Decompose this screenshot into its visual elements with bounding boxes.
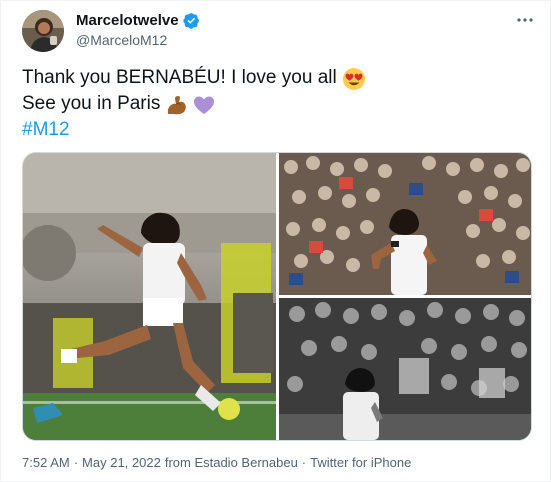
flexed-biceps-emoji-icon [165,93,187,115]
photo-crowd-bw[interactable] [279,298,531,440]
author-display-name[interactable]: Marcelotwelve [76,12,179,29]
tweet-meta: 7:52 AM · May 21, 2022 from Estadio Bern… [22,455,411,470]
tweet-line-2-text: See you in Paris [22,93,161,114]
photo-kick[interactable] [23,153,276,440]
tweet-card: Marcelotwelve @MarceloM12 Thank you BERN… [0,0,551,482]
photo-crowd-color[interactable] [279,153,531,295]
avatar[interactable] [22,10,64,52]
tweet-line-2: See you in Paris [22,91,532,117]
author-row[interactable]: Marcelotwelve [76,11,200,29]
tweet-line-1-text: Thank you BERNABÉU! I love you all [22,67,337,88]
verified-badge-icon [182,12,200,29]
media-grid [22,152,532,441]
meta-separator: · [73,455,79,470]
more-options-icon[interactable] [515,10,535,30]
author-handle[interactable]: @MarceloM12 [76,32,167,48]
tweet-time[interactable]: 7:52 AM [22,455,70,470]
tweet-text: Thank you BERNABÉU! I love you all See y… [22,65,532,143]
meta-separator-2: · [301,455,307,470]
tweet-line-1: Thank you BERNABÉU! I love you all [22,65,532,91]
tweet-location[interactable]: from Estadio Bernabeu [165,455,298,470]
purple-heart-emoji-icon [192,93,215,115]
heart-eyes-emoji-icon [342,67,365,90]
tweet-date[interactable]: May 21, 2022 [82,455,161,470]
hashtag-link[interactable]: #M12 [22,117,70,143]
tweet-line-3: #M12 [22,117,532,143]
tweet-source[interactable]: Twitter for iPhone [310,455,411,470]
